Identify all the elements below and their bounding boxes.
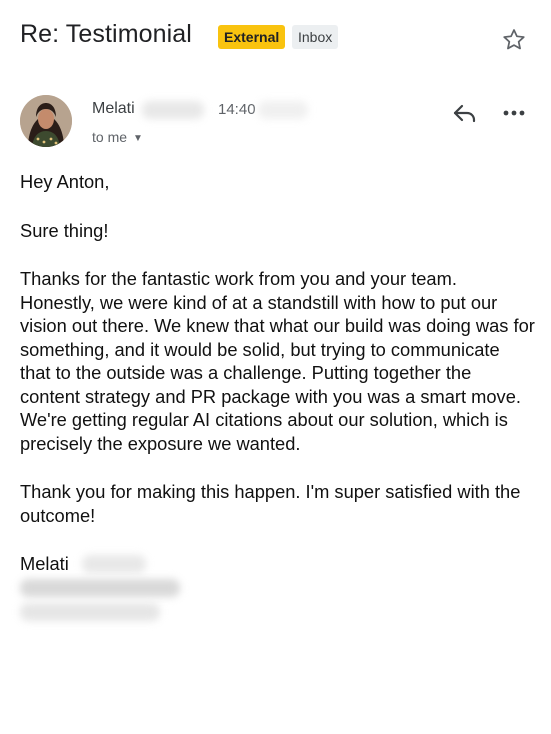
signature: Melati xyxy=(20,552,535,624)
recipient-details-toggle[interactable]: to me ▼ xyxy=(92,129,143,145)
star-icon[interactable] xyxy=(501,27,527,53)
reply-icon[interactable] xyxy=(451,101,479,125)
body-paragraph: Thanks for the fantastic work from you a… xyxy=(20,268,535,454)
message-header: Melati 14:40 to me ▼ xyxy=(20,95,531,155)
avatar-photo-icon xyxy=(20,95,72,147)
external-label-badge: External xyxy=(218,25,286,49)
message-time: 14:40 xyxy=(218,101,256,118)
signature-title-line xyxy=(20,576,535,600)
more-options-icon[interactable] xyxy=(501,103,527,123)
chevron-down-icon: ▼ xyxy=(133,133,143,144)
message-body: Hey Anton, Sure thing! Thanks for the fa… xyxy=(20,170,535,624)
redacted-signature-title xyxy=(20,579,180,597)
greeting: Hey Anton, xyxy=(20,171,110,192)
body-paragraph-thanks: Thank you for making this happen. I'm su… xyxy=(20,481,521,526)
to-label: to me xyxy=(92,129,128,145)
redacted-signature-surname xyxy=(82,555,146,573)
sender-avatar[interactable] xyxy=(20,95,72,147)
body-line: Sure thing! xyxy=(20,219,109,241)
email-subject: Re: Testimonial xyxy=(20,20,192,48)
subject-row: Re: Testimonial External Inbox xyxy=(20,18,531,58)
signature-name-line: Melati xyxy=(20,552,535,576)
redacted-signature-company xyxy=(20,603,160,621)
redacted-date xyxy=(258,101,308,119)
signature-company-line xyxy=(20,600,535,624)
inbox-label-badge[interactable]: Inbox xyxy=(292,25,339,49)
sender-name[interactable]: Melati xyxy=(92,100,135,118)
signature-name: Melati xyxy=(20,553,69,574)
redacted-sender-surname xyxy=(142,101,204,119)
